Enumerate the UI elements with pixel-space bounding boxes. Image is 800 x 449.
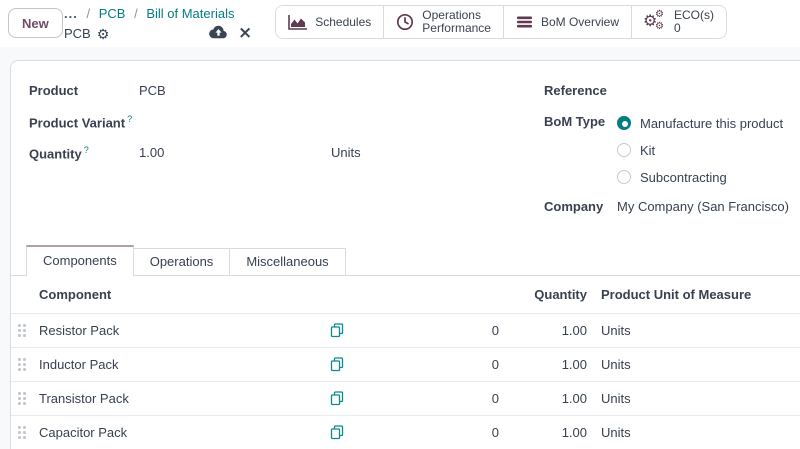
- stat-label: Operations Performance: [422, 9, 491, 35]
- help-icon: ?: [127, 114, 132, 124]
- row-quantity[interactable]: 1.00: [507, 425, 591, 440]
- quantity-value[interactable]: 1.00: [139, 145, 331, 160]
- component-name[interactable]: Capacitor Pack: [37, 425, 317, 440]
- drag-handle-icon[interactable]: [11, 358, 37, 371]
- company-value[interactable]: My Company (San Francisco): [617, 199, 789, 214]
- drag-handle-icon[interactable]: [11, 392, 37, 405]
- row-aux-count: 0: [357, 425, 507, 440]
- product-label: Product: [29, 83, 139, 98]
- gear-icon[interactable]: ⚙: [97, 27, 110, 41]
- record-title: PCB: [64, 25, 91, 43]
- form-sheet: Product PCB Product Variant? Quantity? 1…: [10, 60, 800, 449]
- radio-kit[interactable]: Kit: [617, 141, 783, 159]
- duplicate-row-button[interactable]: [328, 321, 346, 340]
- discard-button[interactable]: ×: [238, 23, 252, 43]
- table-row[interactable]: Resistor Pack 0 1.00 Units: [11, 313, 800, 347]
- table-row[interactable]: Transistor Pack 0 1.00 Units: [11, 381, 800, 415]
- stat-label: Schedules: [315, 16, 371, 29]
- stat-label: BoM Overview: [541, 16, 619, 29]
- radio-subcontracting[interactable]: Subcontracting: [617, 168, 783, 186]
- cloud-upload-icon: [209, 25, 228, 39]
- drag-handle-icon[interactable]: [11, 426, 37, 439]
- copy-icon: [330, 323, 344, 338]
- duplicate-row-button[interactable]: [328, 389, 346, 408]
- drag-handle-icon[interactable]: [11, 324, 37, 337]
- row-uom[interactable]: Units: [591, 357, 800, 372]
- row-uom[interactable]: Units: [591, 391, 800, 406]
- tab-miscellaneous[interactable]: Miscellaneous: [229, 248, 345, 275]
- copy-icon: [330, 425, 344, 440]
- component-name[interactable]: Inductor Pack: [37, 357, 317, 372]
- component-column-header[interactable]: Component: [37, 287, 317, 302]
- radio-icon: [617, 143, 631, 157]
- row-uom[interactable]: Units: [591, 425, 800, 440]
- control-panel: New ... / PCB / Bill of Materials PCB ⚙ …: [0, 0, 800, 47]
- radio-manufacture-this-product[interactable]: Manufacture this product: [617, 114, 783, 132]
- close-icon: ×: [238, 23, 252, 43]
- component-name[interactable]: Transistor Pack: [37, 391, 317, 406]
- reference-label: Reference: [544, 83, 617, 98]
- gears-icon: ⚙ ⚙ ⚙: [644, 11, 666, 33]
- notebook-tabs: Components Operations Miscellaneous: [11, 245, 800, 276]
- row-uom[interactable]: Units: [591, 323, 800, 338]
- company-label: Company: [544, 199, 617, 214]
- bom-type-radio-group: Manufacture this product Kit Subcontract…: [617, 114, 783, 186]
- duplicate-row-button[interactable]: [328, 355, 346, 374]
- bom-type-label: BoM Type: [544, 114, 617, 129]
- duplicate-row-button[interactable]: [328, 423, 346, 442]
- quantity-column-header[interactable]: Quantity: [507, 287, 591, 302]
- radio-icon: [617, 116, 631, 130]
- page-body: Product PCB Product Variant? Quantity? 1…: [0, 47, 800, 449]
- quantity-label: Quantity?: [29, 145, 139, 161]
- stat-button-group: Schedules Operations Performance BoM Ove…: [275, 5, 727, 39]
- tab-components[interactable]: Components: [26, 245, 134, 276]
- new-button[interactable]: New: [8, 8, 63, 38]
- row-aux-count: 0: [357, 391, 507, 406]
- component-name[interactable]: Resistor Pack: [37, 323, 317, 338]
- table-row[interactable]: Capacitor Pack 0 1.00 Units: [11, 415, 800, 449]
- form-fields: Product PCB Product Variant? Quantity? 1…: [11, 61, 800, 230]
- eco-count: 0: [674, 21, 681, 35]
- copy-icon: [330, 357, 344, 372]
- product-variant-label: Product Variant?: [29, 114, 139, 130]
- row-aux-count: 0: [357, 357, 507, 372]
- row-aux-count: 0: [357, 323, 507, 338]
- list-icon: [516, 15, 533, 29]
- table-header: Component Quantity Product Unit of Measu…: [11, 276, 800, 313]
- cloud-upload-save-button[interactable]: [209, 25, 228, 42]
- quantity-uom[interactable]: Units: [331, 145, 361, 160]
- row-quantity[interactable]: 1.00: [507, 357, 591, 372]
- copy-icon: [330, 391, 344, 406]
- row-quantity[interactable]: 1.00: [507, 391, 591, 406]
- breadcrumb-link-bill-of-materials[interactable]: Bill of Materials: [146, 6, 234, 21]
- schedules-button[interactable]: Schedules: [276, 6, 383, 38]
- components-table: Component Quantity Product Unit of Measu…: [11, 276, 800, 449]
- clock-icon: [396, 13, 414, 31]
- area-chart-icon: [288, 15, 307, 30]
- help-icon: ?: [84, 145, 89, 155]
- product-value[interactable]: PCB: [139, 83, 166, 98]
- row-quantity[interactable]: 1.00: [507, 323, 591, 338]
- breadcrumb-separator: /: [86, 6, 90, 21]
- radio-icon: [617, 170, 631, 184]
- breadcrumb-ellipsis[interactable]: ...: [64, 6, 78, 21]
- breadcrumb-link-pcb[interactable]: PCB: [99, 6, 126, 21]
- table-row[interactable]: Inductor Pack 0 1.00 Units: [11, 347, 800, 381]
- breadcrumb-separator: /: [134, 6, 138, 21]
- operations-performance-button[interactable]: Operations Performance: [383, 6, 503, 38]
- uom-column-header[interactable]: Product Unit of Measure: [591, 287, 800, 302]
- stat-label: ECO(s) 0: [674, 9, 714, 35]
- eco-button[interactable]: ⚙ ⚙ ⚙ ECO(s) 0: [631, 6, 726, 38]
- bom-overview-button[interactable]: BoM Overview: [503, 6, 631, 38]
- tab-operations[interactable]: Operations: [133, 248, 231, 275]
